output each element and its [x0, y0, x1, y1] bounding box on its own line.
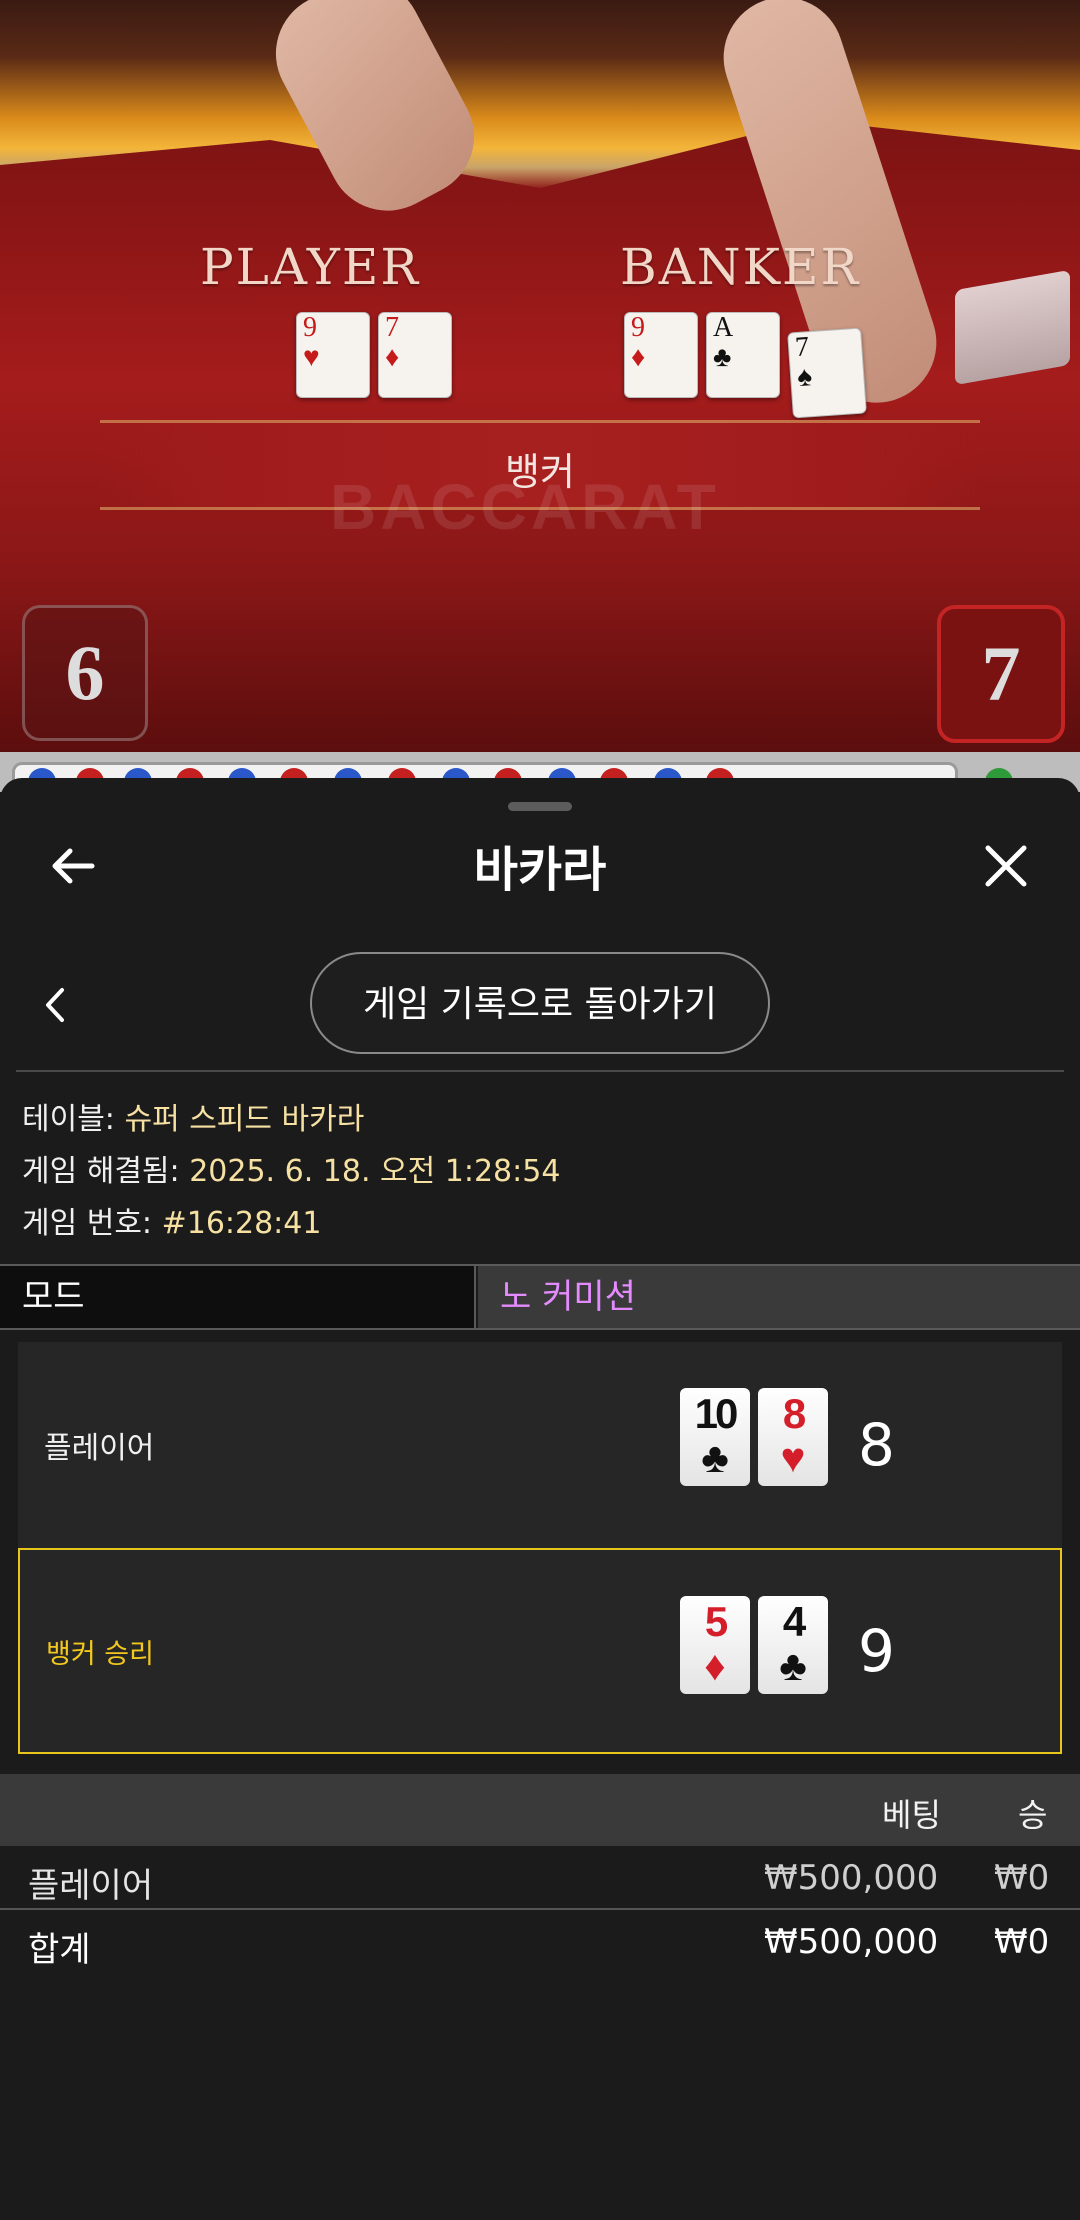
banker-win-label: 뱅커 승리: [46, 1638, 154, 1670]
video-banker-card-3: 7 ♠: [787, 327, 867, 419]
info-resolved: 게임 해결됨: 2025. 6. 18. 오전 1:28:54: [22, 1146, 560, 1190]
player-card-2: 8 ♥: [758, 1388, 828, 1486]
bets-table-header: 베팅 승: [0, 1774, 1080, 1846]
card-shoe: [955, 269, 1070, 386]
banker-card-2: 4 ♣: [758, 1596, 828, 1694]
bet-column-header: 베팅: [882, 1796, 941, 1834]
table-watermark: BACCARAT: [330, 471, 720, 543]
previous-game-button[interactable]: [36, 980, 76, 1030]
info-table-label: 테이블:: [22, 1102, 115, 1137]
info-table: 테이블: 슈퍼 스피드 바카라: [22, 1094, 364, 1138]
player-card-1: 10 ♣: [680, 1388, 750, 1486]
win-column-header: 승: [1018, 1796, 1048, 1834]
banker-card-1: 5 ♦: [680, 1596, 750, 1694]
back-to-history-button[interactable]: 게임 기록으로 돌아가기: [310, 952, 770, 1054]
video-banker-card-1: 9 ♦: [624, 312, 698, 398]
close-icon: [985, 845, 1027, 887]
total-label: 합계: [28, 1930, 91, 1970]
info-resolved-label: 게임 해결됨:: [22, 1154, 180, 1189]
bet-row-win: ₩0: [994, 1858, 1050, 1898]
banker-score-box: 7: [937, 605, 1065, 743]
mode-label: 모드: [0, 1266, 476, 1328]
info-table-value: 슈퍼 스피드 바카라: [124, 1102, 365, 1137]
info-number-value: #16:28:41: [161, 1206, 322, 1241]
mode-row: 모드 노 커미션: [0, 1264, 1080, 1330]
player-area-label: PLAYER: [200, 238, 421, 296]
banker-hand-total: 9: [858, 1617, 895, 1685]
close-button[interactable]: [976, 836, 1036, 896]
player-hand-total: 8: [858, 1411, 895, 1479]
divider: [16, 1070, 1064, 1072]
banker-hand-row: 뱅커 승리 5 ♦ 4 ♣ 9: [18, 1548, 1062, 1754]
bet-row-amount: ₩500,000: [764, 1858, 939, 1898]
sheet-title: 바카라: [473, 842, 607, 898]
total-win: ₩0: [994, 1922, 1050, 1962]
total-bet: ₩500,000: [764, 1922, 939, 1962]
info-game-number: 게임 번호: #16:28:41: [22, 1198, 321, 1242]
video-player-card-2: 7 ♦: [378, 312, 452, 398]
bet-total-row: 합계 ₩500,000 ₩0: [0, 1910, 1080, 1972]
live-video-stream: PLAYER BANKER 9 ♥ 7 ♦ 9 ♦ A ♣ 7 ♠ 뱅커 BACCARAT…: [0, 0, 1080, 760]
info-number-label: 게임 번호:: [22, 1206, 153, 1241]
video-player-card-1: 9 ♥: [296, 312, 370, 398]
sheet-drag-handle[interactable]: [508, 802, 572, 811]
video-banker-card-2: A ♣: [706, 312, 780, 398]
banker-area-label: BANKER: [620, 238, 861, 296]
player-hand-label: 플레이어: [44, 1431, 155, 1466]
mode-value: 노 커미션: [478, 1266, 1080, 1328]
info-resolved-value: 2025. 6. 18. 오전 1:28:54: [189, 1154, 561, 1189]
player-hand-row: 플레이어 10 ♣ 8 ♥ 8: [18, 1342, 1062, 1548]
bet-row-player: 플레이어 ₩500,000 ₩0: [0, 1846, 1080, 1910]
game-detail-sheet: 바카라 게임 기록으로 돌아가기 테이블: 슈퍼 스피드 바카라 게임 해결됨:…: [0, 778, 1080, 2220]
chevron-left-icon: [46, 988, 64, 1022]
bet-row-name: 플레이어: [28, 1866, 154, 1906]
table-rail: [0, 0, 1080, 188]
player-score-box: 6: [22, 605, 148, 741]
